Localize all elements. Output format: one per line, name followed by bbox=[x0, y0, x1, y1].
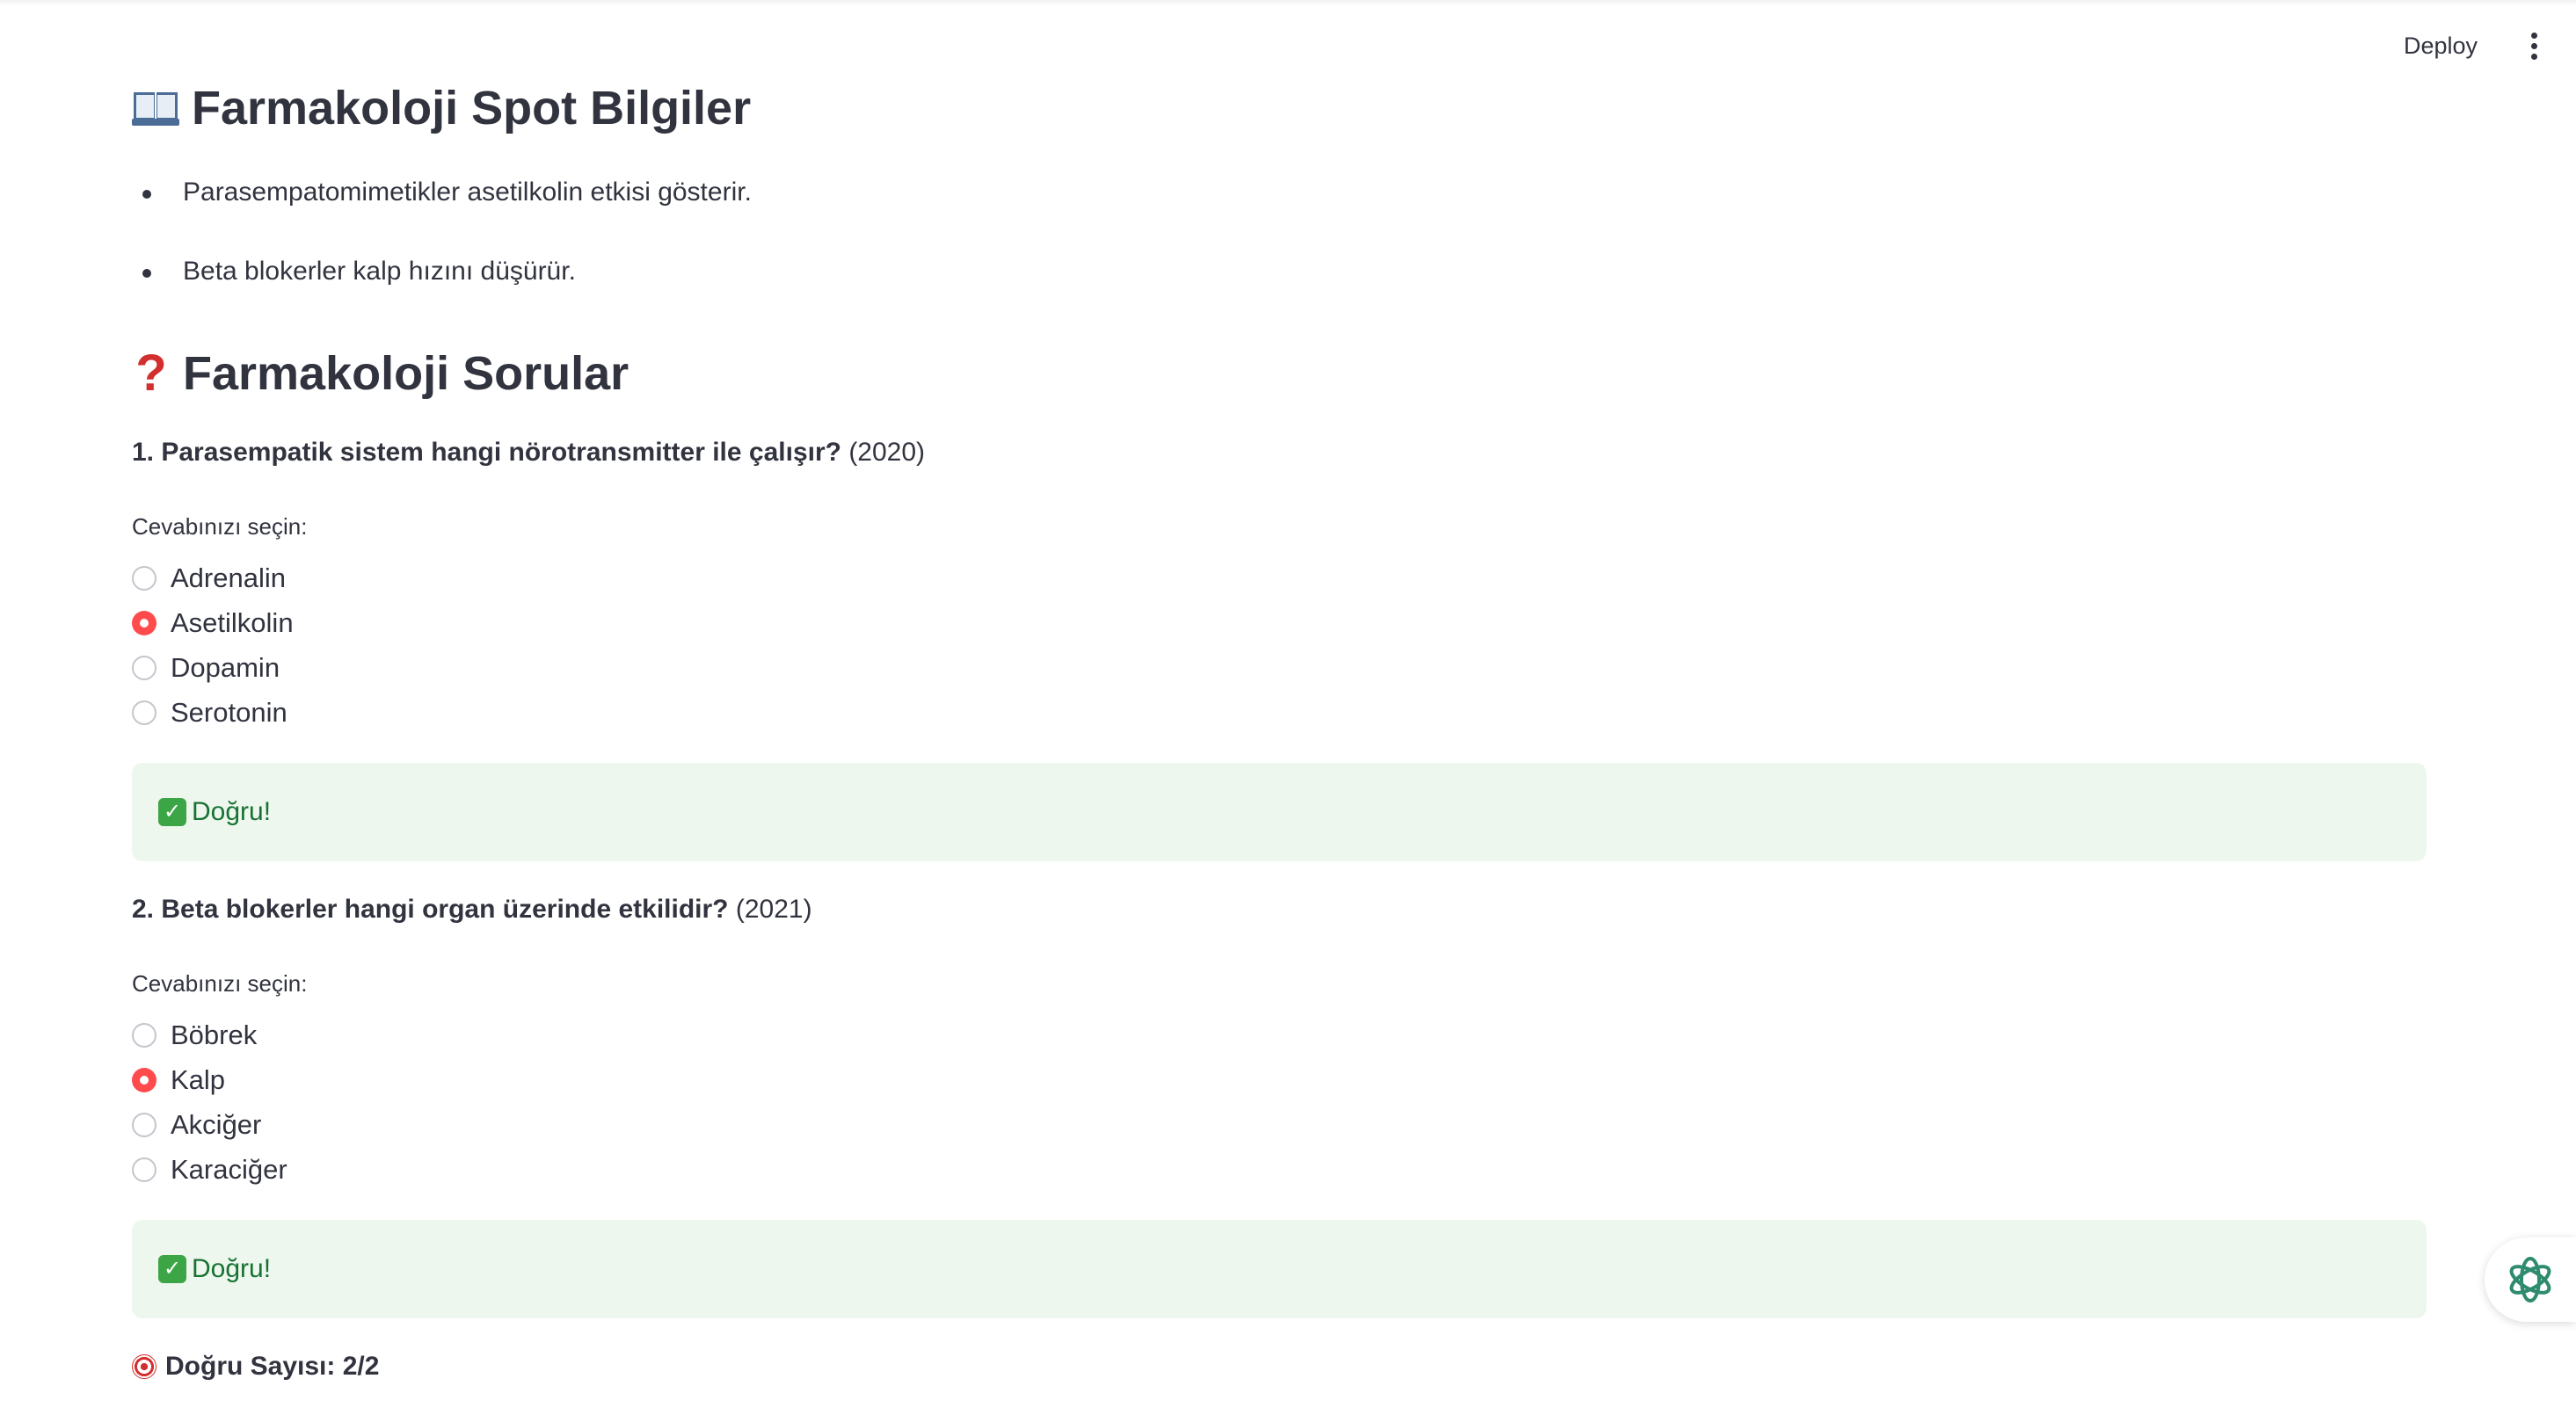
radio-option-karaciger[interactable]: Karaciğer bbox=[132, 1154, 287, 1186]
radio-option-label: Adrenalin bbox=[171, 562, 286, 593]
radio-option-label: Asetilkolin bbox=[171, 607, 294, 638]
check-mark-icon: ✓ bbox=[158, 1255, 186, 1283]
header-shadow bbox=[0, 0, 2576, 5]
radio-button[interactable] bbox=[132, 566, 156, 591]
radio-option-label: Akciğer bbox=[171, 1109, 262, 1140]
radio-button[interactable] bbox=[132, 1157, 156, 1182]
radio-option-label: Serotonin bbox=[171, 697, 287, 728]
vertical-ellipsis-icon[interactable] bbox=[2516, 21, 2551, 70]
radio-option-serotonin[interactable]: Serotonin bbox=[132, 697, 287, 729]
answer-prompt: Cevabınızı seçin: bbox=[132, 513, 308, 540]
radio-option-akciger[interactable]: Akciğer bbox=[132, 1109, 261, 1141]
red-question-mark-icon: ? bbox=[135, 345, 167, 402]
open-book-icon bbox=[132, 91, 179, 126]
question-text: 2. Beta blokerler hangi organ üzerinde e… bbox=[132, 895, 729, 924]
radio-option-adrenalin[interactable]: Adrenalin bbox=[132, 562, 286, 594]
radio-option-label: Dopamin bbox=[171, 652, 280, 683]
quiz-section-title: ? Farmakoloji Sorular bbox=[132, 346, 629, 401]
radio-button[interactable] bbox=[132, 1023, 156, 1048]
target-icon bbox=[132, 1354, 156, 1379]
bullet-icon bbox=[142, 269, 151, 278]
radio-option-asetilkolin[interactable]: Asetilkolin bbox=[132, 607, 294, 639]
score-text: Doğru Sayısı: 2/2 bbox=[165, 1352, 380, 1381]
radio-option-kalp[interactable]: Kalp bbox=[132, 1064, 225, 1096]
success-alert: ✓ Doğru! bbox=[132, 1220, 2427, 1318]
radio-button-selected[interactable] bbox=[132, 611, 156, 635]
question-year: (2020) bbox=[848, 438, 926, 467]
radio-button[interactable] bbox=[132, 656, 156, 680]
assistant-knot-icon bbox=[2509, 1257, 2551, 1303]
radio-option-bobrek[interactable]: Böbrek bbox=[132, 1020, 257, 1051]
bullet-icon bbox=[142, 190, 151, 199]
spot-item-text: Parasempatomimetikler asetilkolin etkisi… bbox=[183, 178, 752, 207]
score-summary: Doğru Sayısı: 2/2 bbox=[132, 1352, 379, 1382]
spot-item-text: Beta blokerler kalp hızını düşürür. bbox=[183, 257, 576, 286]
deploy-button[interactable]: Deploy bbox=[2390, 24, 2492, 69]
spot-section-title: Farmakoloji Spot Bilgiler bbox=[132, 81, 751, 135]
success-alert: ✓ Doğru! bbox=[132, 763, 2427, 861]
success-text: Doğru! bbox=[192, 1254, 272, 1283]
radio-button[interactable] bbox=[132, 1113, 156, 1137]
radio-button[interactable] bbox=[132, 700, 156, 725]
success-text: Doğru! bbox=[192, 797, 272, 826]
radio-option-label: Böbrek bbox=[171, 1020, 258, 1050]
radio-option-label: Karaciğer bbox=[171, 1154, 287, 1185]
app-page: Deploy Farmakoloji Spot Bilgiler Parasem… bbox=[0, 0, 2576, 1415]
quiz-title-text: Farmakoloji Sorular bbox=[183, 347, 629, 400]
check-mark-icon: ✓ bbox=[158, 798, 186, 826]
question-text: 1. Parasempatik sistem hangi nörotransmi… bbox=[132, 438, 841, 467]
question-1: 1. Parasempatik sistem hangi nörotransmi… bbox=[132, 438, 925, 468]
radio-button-selected[interactable] bbox=[132, 1068, 156, 1092]
answer-prompt: Cevabınızı seçin: bbox=[132, 970, 308, 997]
spot-title-text: Farmakoloji Spot Bilgiler bbox=[192, 82, 752, 134]
chat-assistant-button[interactable] bbox=[2485, 1237, 2576, 1322]
question-year: (2021) bbox=[735, 895, 812, 924]
top-toolbar: Deploy bbox=[2390, 21, 2551, 70]
radio-option-label: Kalp bbox=[171, 1064, 226, 1095]
radio-option-dopamin[interactable]: Dopamin bbox=[132, 652, 280, 684]
question-2: 2. Beta blokerler hangi organ üzerinde e… bbox=[132, 895, 812, 925]
